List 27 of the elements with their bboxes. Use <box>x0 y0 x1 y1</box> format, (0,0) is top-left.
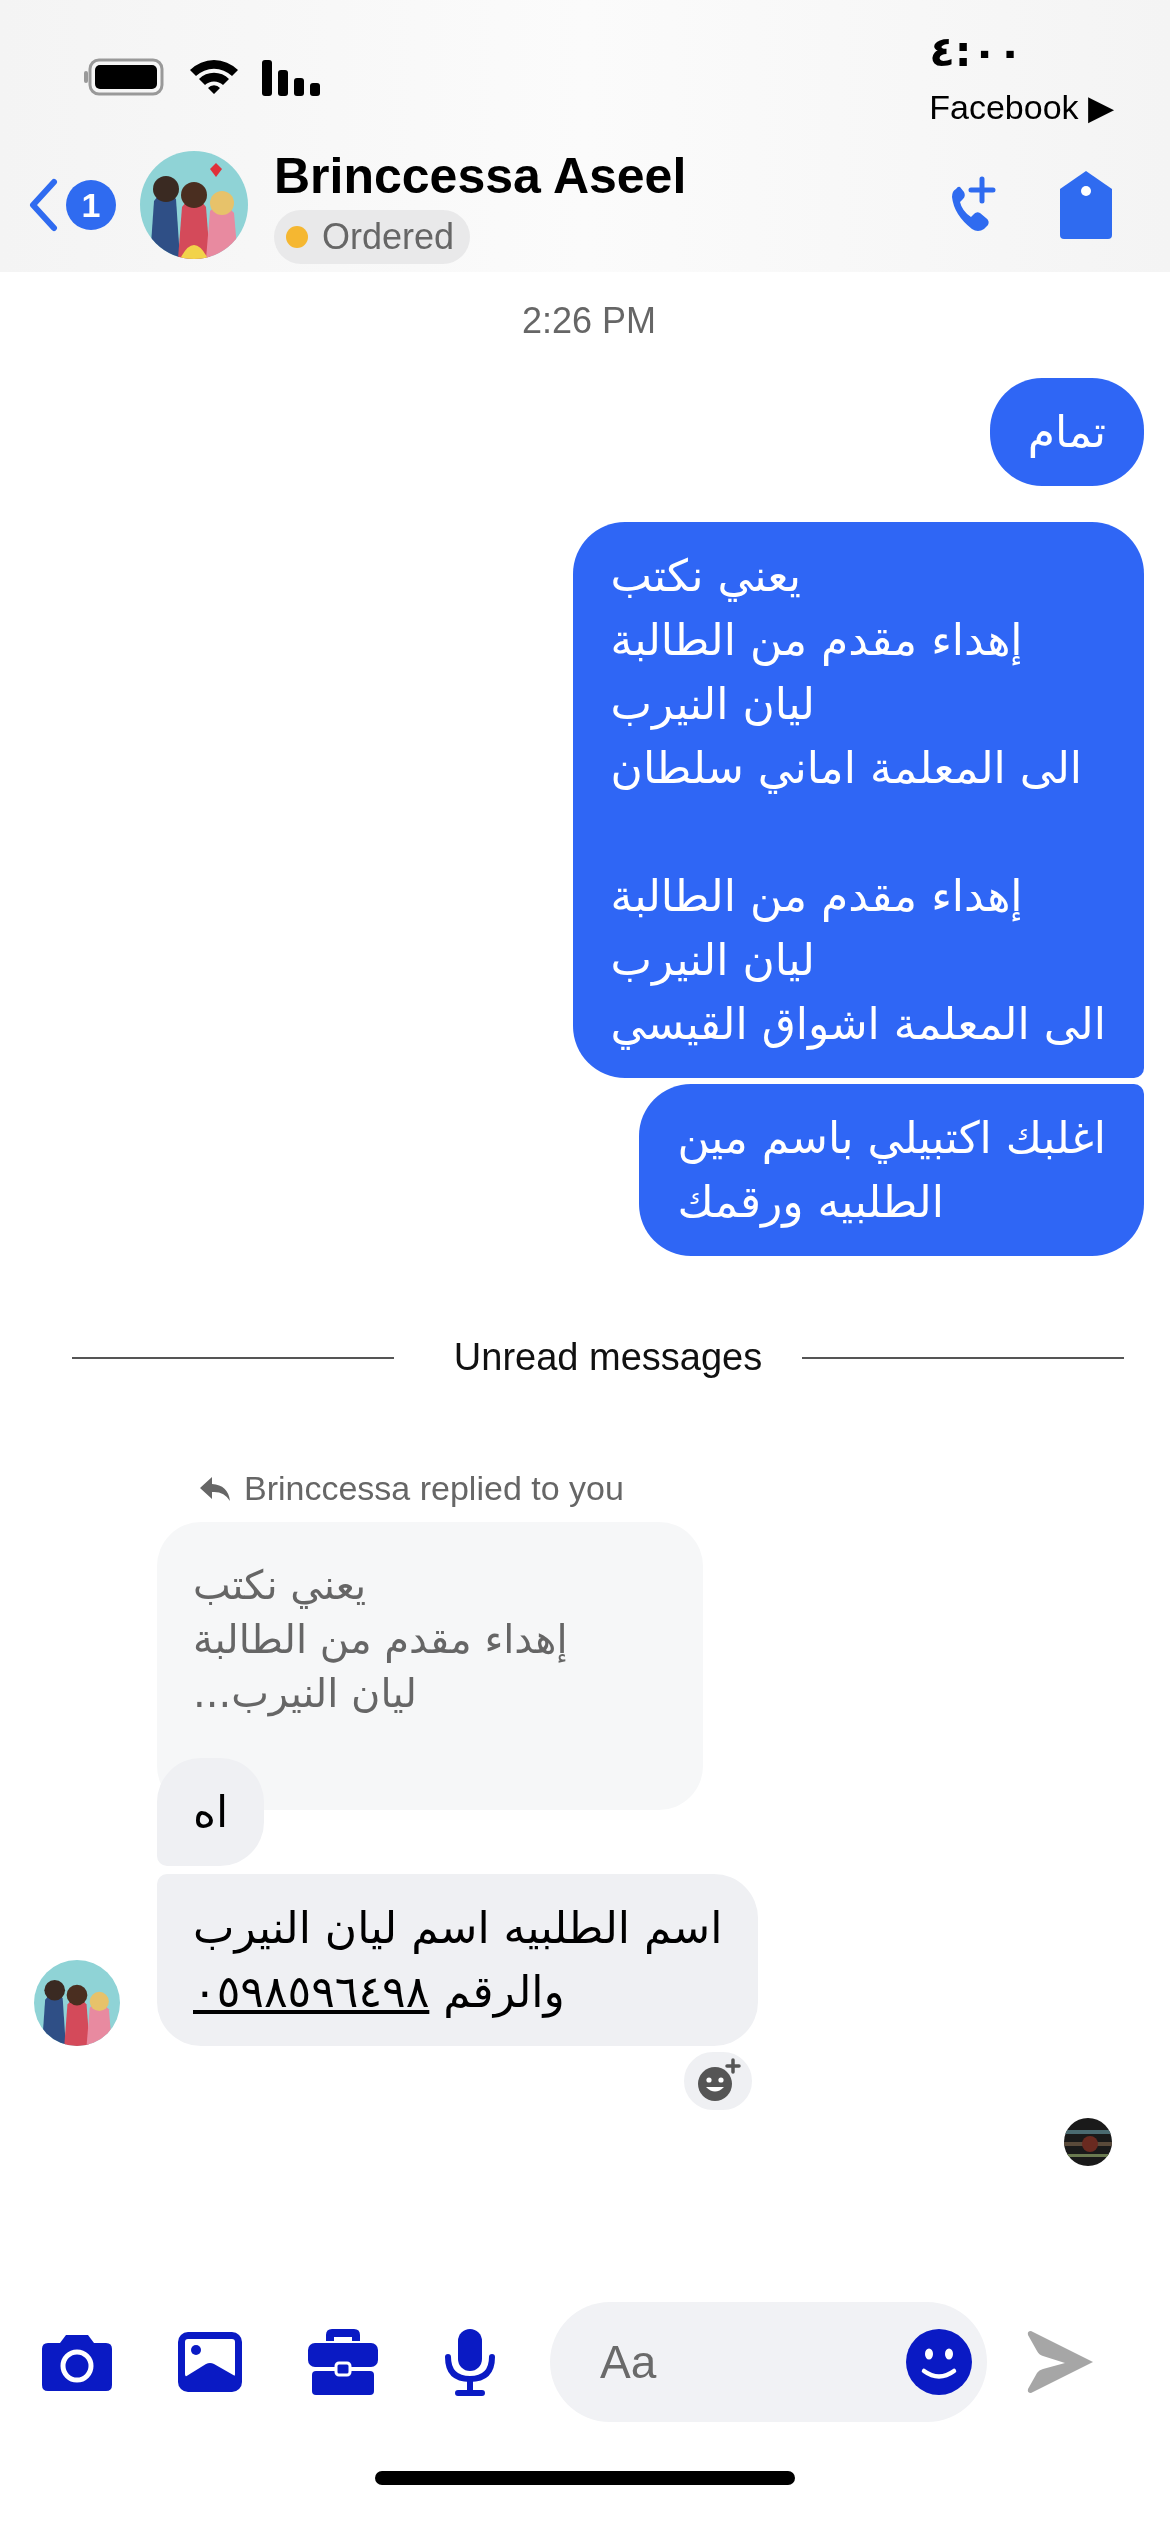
message-timestamp: 2:26 PM <box>521 300 657 342</box>
clock-time: ٤:٠٠ <box>929 26 1023 78</box>
reply-icon <box>198 1474 232 1503</box>
contact-name: Brinccessa Aseel <box>274 147 687 206</box>
wifi-icon <box>188 58 240 96</box>
back-to-app-link[interactable]: Facebook ▶ <box>929 84 1114 130</box>
unread-count-badge: 1 <box>66 180 116 230</box>
emoji-icon[interactable] <box>905 2328 973 2396</box>
reply-label: Brinccessa replied to you <box>244 1469 624 1508</box>
back-icon[interactable] <box>28 178 58 232</box>
unread-messages-divider: Unread messages <box>453 1336 763 1379</box>
tag-icon[interactable] <box>1058 169 1114 241</box>
sent-message: اغلبك اكتبيلي باسم مين الطلبيه ورقمك <box>639 1084 1144 1256</box>
signal-icon <box>262 58 322 96</box>
sent-message: تمام <box>989 378 1144 486</box>
battery-icon <box>84 58 166 96</box>
text-input[interactable]: Aa <box>598 2334 905 2390</box>
received-message: اه <box>157 1758 265 1866</box>
microphone-icon[interactable] <box>442 2327 498 2397</box>
received-message: اسم الطلبيه اسم ليان النيرب والرقم ٠٥٩٨٥٩٦٤٩٨ <box>157 1874 759 2046</box>
image-icon[interactable] <box>176 2330 244 2394</box>
emoji-add-icon <box>695 2058 742 2104</box>
order-status-tag[interactable]: Ordered <box>274 210 471 264</box>
phone-link[interactable]: ٠٥٩٨٥٩٦٤٩٨ <box>193 1966 430 2017</box>
briefcase-icon[interactable] <box>306 2327 380 2397</box>
message-input-field[interactable]: Aa <box>550 2302 987 2422</box>
sent-message: يعني نكتب إهداء مقدم من الطالبة ليان النيرب الى المعلمة اماني سلطان إهداء مقدم من الطالبة ليان النيرب الى المعلمة اشواق القيسي <box>572 522 1144 1078</box>
